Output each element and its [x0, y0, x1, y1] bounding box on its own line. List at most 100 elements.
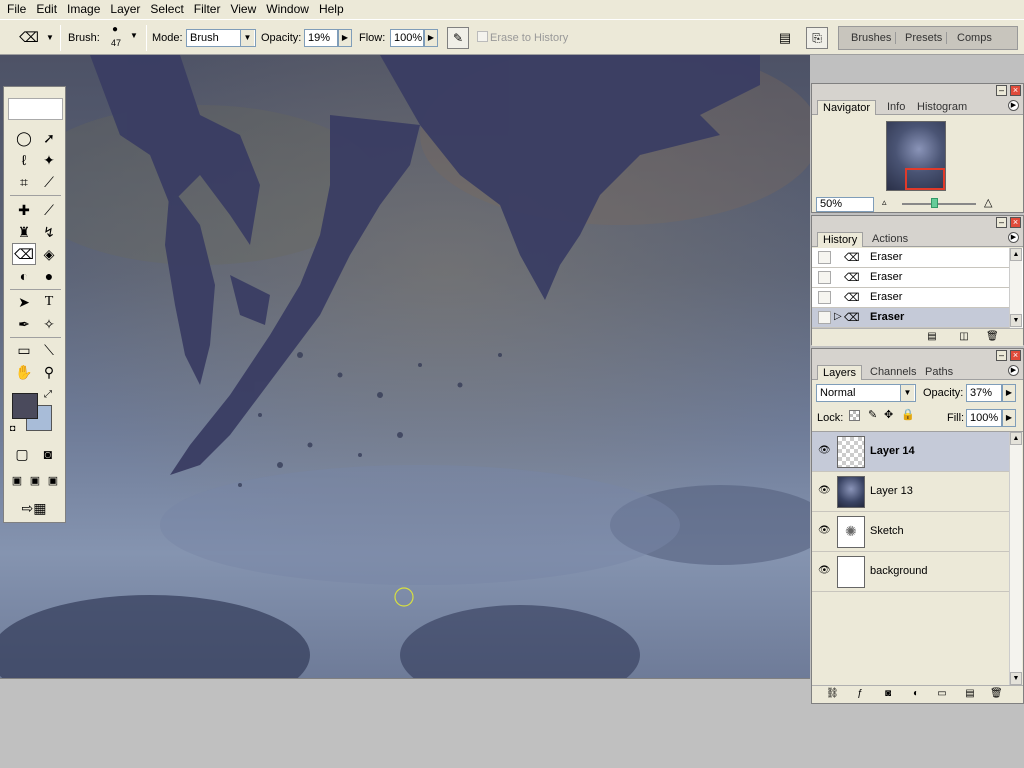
- screen-mode-standard-icon[interactable]: ▣: [8, 469, 26, 491]
- navigator-thumbnail[interactable]: [886, 121, 946, 191]
- blur-tool-icon[interactable]: ◐: [12, 265, 36, 287]
- menu-window[interactable]: Window: [261, 0, 314, 19]
- swap-colors-icon[interactable]: ⤢: [44, 389, 52, 400]
- close-icon[interactable]: ×: [1010, 85, 1021, 96]
- history-item[interactable]: ⌫ Eraser: [812, 268, 1010, 288]
- new-snapshot-icon[interactable]: ◫: [958, 332, 970, 343]
- jump-to-imageready-icon[interactable]: ⇨▦: [12, 497, 56, 519]
- panel-menu-icon[interactable]: ▶: [1008, 100, 1019, 111]
- layer-row[interactable]: 👁 ✺ Sketch: [812, 512, 1009, 552]
- adjustment-layer-icon[interactable]: ◐: [910, 689, 922, 700]
- layer-row[interactable]: 👁 background: [812, 552, 1009, 592]
- erase-to-history-checkbox[interactable]: [477, 31, 488, 42]
- layer-opacity-slider-button[interactable]: ▶: [1002, 384, 1016, 402]
- menu-image[interactable]: Image: [62, 0, 105, 19]
- menu-edit[interactable]: Edit: [31, 0, 62, 19]
- fill-slider-button[interactable]: ▶: [1002, 409, 1016, 427]
- eye-icon[interactable]: 👁: [818, 485, 831, 496]
- layer-style-icon[interactable]: ƒ: [854, 689, 866, 700]
- paint-bucket-tool-icon[interactable]: ◈: [37, 243, 61, 265]
- link-layers-icon[interactable]: ⛓: [826, 689, 839, 700]
- panel-menu-icon[interactable]: ▶: [1008, 232, 1019, 243]
- new-layer-icon[interactable]: ▤: [964, 689, 976, 700]
- tool-preset-picker[interactable]: ⌫ ▼: [18, 26, 54, 48]
- navigator-zoom-slider-thumb[interactable]: [931, 198, 938, 208]
- move-tool-icon[interactable]: ➚: [37, 127, 61, 149]
- panel-titlebar[interactable]: – ×: [812, 84, 1023, 97]
- layer-row[interactable]: 👁 Layer 13: [812, 472, 1009, 512]
- tab-navigator[interactable]: Navigator: [817, 100, 877, 115]
- tab-actions[interactable]: Actions: [867, 232, 913, 247]
- brush-tool-icon[interactable]: ⟋: [37, 199, 61, 221]
- history-source-checkbox[interactable]: [818, 291, 831, 304]
- menu-layer[interactable]: Layer: [105, 0, 145, 19]
- eraser-tool-icon[interactable]: ⌫: [12, 243, 36, 265]
- blend-mode-select[interactable]: Normal ▼: [816, 384, 916, 402]
- panel-titlebar[interactable]: – ×: [812, 349, 1023, 362]
- zoom-tool-icon[interactable]: ⚲: [37, 361, 61, 383]
- trash-icon[interactable]: 🗑: [990, 689, 1003, 700]
- pen-tool-icon[interactable]: ✒: [12, 313, 36, 335]
- minimize-icon[interactable]: –: [996, 217, 1007, 228]
- foreground-color-swatch[interactable]: [12, 393, 38, 419]
- lock-image-icon[interactable]: ✎: [868, 408, 877, 421]
- tab-layers[interactable]: Layers: [817, 365, 863, 380]
- image-palette-button[interactable]: ⎘: [806, 27, 828, 49]
- hand-tool-icon[interactable]: ✋: [12, 361, 36, 383]
- tab-info[interactable]: Info: [882, 100, 910, 115]
- type-tool-icon[interactable]: T: [37, 291, 61, 313]
- tab-paths[interactable]: Paths: [920, 365, 958, 380]
- history-item[interactable]: ⌫ Eraser: [812, 248, 1010, 268]
- menu-help[interactable]: Help: [314, 0, 349, 19]
- magic-wand-tool-icon[interactable]: ✦: [37, 149, 61, 171]
- menu-filter[interactable]: Filter: [189, 0, 226, 19]
- menu-file[interactable]: File: [2, 0, 31, 19]
- adobe-feather-logo[interactable]: [8, 98, 63, 120]
- well-tab-comps[interactable]: Comps: [953, 32, 996, 44]
- scroll-up-icon[interactable]: ▲: [1010, 248, 1022, 261]
- navigator-view-box[interactable]: [905, 168, 945, 190]
- panel-titlebar[interactable]: – ×: [812, 216, 1023, 229]
- eyedropper-tool-icon[interactable]: ⟍: [37, 339, 61, 361]
- minimize-icon[interactable]: –: [996, 350, 1007, 361]
- tab-history[interactable]: History: [817, 232, 864, 247]
- airbrush-button[interactable]: ✎: [447, 27, 469, 49]
- zoom-out-icon[interactable]: ▵: [882, 197, 887, 208]
- document-canvas[interactable]: [0, 55, 810, 678]
- layers-scrollbar[interactable]: ▲ ▼: [1009, 432, 1022, 686]
- history-scrollbar[interactable]: ▲ ▼: [1009, 248, 1022, 328]
- history-item-current[interactable]: ▷ ⌫ Eraser: [812, 308, 1010, 328]
- quick-mask-mode-icon[interactable]: ◙: [36, 443, 60, 465]
- new-document-from-state-icon[interactable]: ▤: [926, 332, 938, 343]
- eye-icon[interactable]: 👁: [818, 565, 831, 576]
- shape-tool-icon[interactable]: ✧: [37, 313, 61, 335]
- lasso-tool-icon[interactable]: ℓ: [12, 149, 36, 171]
- history-brush-tool-icon[interactable]: ↯: [37, 221, 61, 243]
- navigator-zoom-slider[interactable]: [902, 203, 976, 205]
- crop-tool-icon[interactable]: ⌗: [12, 171, 36, 193]
- clone-stamp-tool-icon[interactable]: ♜: [12, 221, 36, 243]
- standard-mode-icon[interactable]: ▢: [10, 443, 34, 465]
- well-tab-presets[interactable]: Presets: [901, 32, 948, 44]
- dodge-tool-icon[interactable]: ●: [37, 265, 61, 287]
- slice-tool-icon[interactable]: ⟋: [37, 171, 61, 193]
- history-item[interactable]: ⌫ Eraser: [812, 288, 1010, 308]
- screen-mode-menubar-icon[interactable]: ▣: [26, 469, 44, 491]
- layer-opacity-input[interactable]: 37%: [966, 384, 1002, 402]
- history-source-checkbox[interactable]: [818, 271, 831, 284]
- flow-input[interactable]: 100%: [390, 29, 424, 47]
- lock-position-icon[interactable]: ✥: [884, 408, 893, 421]
- layer-row[interactable]: 👁 Layer 14: [812, 432, 1009, 472]
- healing-brush-tool-icon[interactable]: ✚: [12, 199, 36, 221]
- trash-icon[interactable]: 🗑: [986, 332, 999, 343]
- new-group-icon[interactable]: ▭: [936, 689, 948, 700]
- tab-histogram[interactable]: Histogram: [912, 100, 972, 115]
- minimize-icon[interactable]: –: [996, 85, 1007, 96]
- well-tab-brushes[interactable]: Brushes: [847, 32, 897, 44]
- scroll-down-icon[interactable]: ▼: [1010, 672, 1022, 685]
- menu-view[interactable]: View: [225, 0, 261, 19]
- path-selection-tool-icon[interactable]: ➤: [12, 291, 36, 313]
- menu-select[interactable]: Select: [145, 0, 188, 19]
- close-icon[interactable]: ×: [1010, 350, 1021, 361]
- scroll-up-icon[interactable]: ▲: [1010, 432, 1022, 445]
